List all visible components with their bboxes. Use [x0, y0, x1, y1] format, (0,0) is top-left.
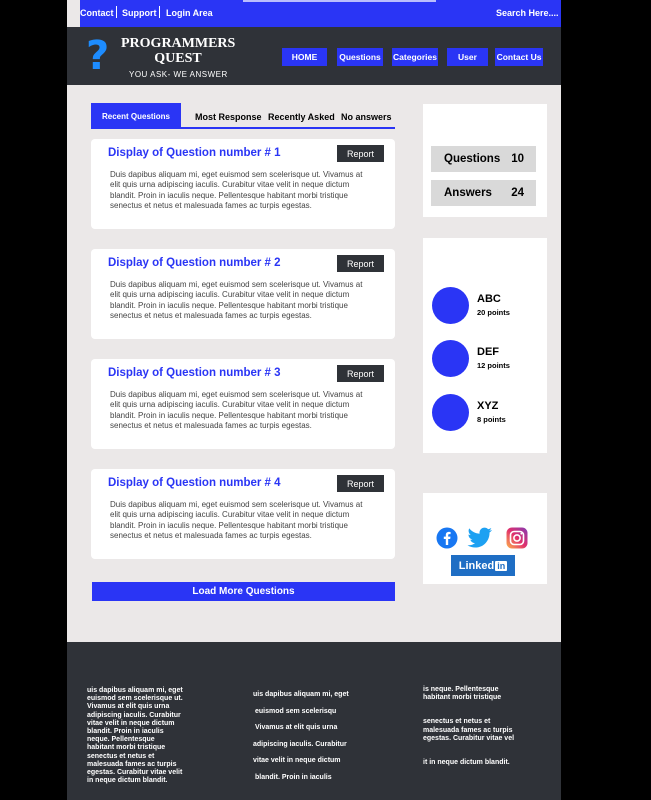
- user-name: ABC: [477, 293, 501, 305]
- footer-text: malesuada fames ac turpis: [87, 760, 177, 768]
- search-input[interactable]: Search Here....: [496, 8, 559, 18]
- logo-title[interactable]: PROGRAMMERS QUEST: [121, 36, 235, 66]
- footer-text: Vivamus at elit quis urna: [255, 724, 338, 731]
- footer-text: blandit. Proin in iaculis: [87, 728, 164, 736]
- nav-user[interactable]: User: [447, 48, 488, 66]
- footer-column-3: is neque. Pellentesque habitant morbi tr…: [423, 686, 514, 767]
- instagram-icon[interactable]: [506, 527, 528, 549]
- footer-text: uis dapibus aliquam mi, eget: [253, 691, 349, 698]
- stat-label: Questions: [444, 153, 501, 165]
- tab-recently-asked[interactable]: Recently Asked: [268, 112, 335, 122]
- user-entry[interactable]: DEF 12 points: [432, 340, 542, 378]
- avatar[interactable]: [432, 394, 469, 431]
- footer-text: malesuada fames ac turpis: [423, 726, 513, 734]
- user-name: DEF: [477, 346, 499, 358]
- nav-questions[interactable]: Questions: [337, 48, 383, 66]
- question-body: Duis dapibus aliquam mi, eget euismod se…: [110, 390, 363, 431]
- user-points: 12 points: [477, 361, 510, 370]
- stat-value: 24: [511, 187, 524, 199]
- footer-text: euismod sem scelerisque ut.: [87, 695, 183, 703]
- footer-text: vitae velit in neque dictum: [253, 757, 341, 764]
- page: Contact Support Login Area Search Here..…: [67, 0, 561, 800]
- footer-text: in neque dictum blandit.: [87, 777, 168, 785]
- user-name: XYZ: [477, 400, 499, 412]
- report-button[interactable]: Report: [337, 145, 384, 162]
- question-card: Display of Question number # 3 Report Du…: [91, 359, 395, 449]
- user-entry[interactable]: XYZ 8 points: [432, 394, 542, 432]
- question-body: Duis dapibus aliquam mi, eget euismod se…: [110, 170, 363, 211]
- top-bar: Contact Support Login Area Search Here..…: [80, 0, 561, 27]
- footer-text: euismod sem scelerisqu: [255, 707, 337, 715]
- user-points: 20 points: [477, 308, 510, 317]
- linkedin-in-icon: in: [495, 560, 508, 571]
- question-title[interactable]: Display of Question number # 3: [108, 367, 281, 379]
- footer-text: is neque. Pellentesque: [423, 686, 499, 693]
- login-link[interactable]: Login Area: [166, 8, 213, 18]
- footer-text: habitant morbi tristique: [87, 744, 166, 752]
- separator: [159, 6, 160, 18]
- avatar[interactable]: [432, 340, 469, 377]
- footer-text: Vivamus at elit quis urna: [87, 703, 170, 711]
- load-more-button[interactable]: Load More Questions: [92, 582, 395, 601]
- question-tabs: Recent Questions Most Response Recently …: [91, 103, 395, 129]
- question-title[interactable]: Display of Question number # 1: [108, 147, 281, 159]
- stat-label: Answers: [444, 187, 492, 199]
- top-users-panel: ABC 20 points DEF 12 points XYZ 8 points: [423, 238, 547, 453]
- question-mark-icon: ?: [86, 33, 110, 79]
- separator: [116, 6, 117, 18]
- logo-title-line2: QUEST: [154, 51, 202, 66]
- stat-questions: Questions 10: [431, 146, 536, 172]
- logo-tagline: YOU ASK- WE ANSWER: [129, 70, 228, 79]
- footer-text: senectus et netus et: [423, 718, 491, 726]
- footer-text: senectus et netus et: [87, 752, 155, 760]
- contact-link[interactable]: Contact: [80, 8, 114, 18]
- nav-contact-us[interactable]: Contact Us: [495, 48, 543, 66]
- tab-underline: [91, 127, 395, 129]
- avatar[interactable]: [432, 287, 469, 324]
- footer-text: vitae velit in neque dictum: [87, 719, 175, 727]
- twitter-icon[interactable]: [467, 527, 493, 549]
- tab-most-response[interactable]: Most Response: [195, 112, 262, 122]
- stat-answers: Answers 24: [431, 180, 536, 206]
- question-card: Display of Question number # 2 Report Du…: [91, 249, 395, 339]
- tab-no-answers[interactable]: No answers: [341, 112, 392, 122]
- facebook-icon[interactable]: [436, 527, 458, 549]
- footer-text: it in neque dictum blandit.: [423, 759, 510, 767]
- tab-recent-questions[interactable]: Recent Questions: [91, 103, 181, 129]
- logo-title-line1: PROGRAMMERS: [121, 36, 236, 51]
- footer: uis dapibus aliquam mi, eget euismod sem…: [67, 642, 561, 800]
- footer-text: adipiscing iaculis. Curabitur: [87, 711, 181, 719]
- footer-text: egestas. Curabitur vitae vel: [423, 734, 515, 742]
- linkedin-text: Linked: [458, 559, 495, 572]
- footer-text: adipiscing iaculis. Curabitur: [253, 740, 347, 748]
- footer-text: egestas. Curabitur vitae velit: [87, 769, 183, 777]
- report-button[interactable]: Report: [337, 255, 384, 272]
- footer-text: habitant morbi tristique: [423, 694, 502, 702]
- footer-column-1: uis dapibus aliquam mi, eget euismod sem…: [87, 687, 183, 785]
- user-points: 8 points: [477, 415, 506, 424]
- linkedin-button[interactable]: Linked in: [451, 555, 515, 576]
- nav-categories[interactable]: Categories: [392, 48, 438, 66]
- header: ? PROGRAMMERS QUEST YOU ASK- WE ANSWER H…: [67, 27, 561, 85]
- nav-home[interactable]: HOME: [282, 48, 327, 66]
- footer-text: neque. Pellentesque: [87, 736, 155, 744]
- question-title[interactable]: Display of Question number # 2: [108, 257, 281, 269]
- footer-text: blandit. Proin in iaculis: [255, 773, 332, 781]
- question-title[interactable]: Display of Question number # 4: [108, 477, 281, 489]
- report-button[interactable]: Report: [337, 365, 384, 382]
- support-link[interactable]: Support: [122, 8, 157, 18]
- footer-column-2: uis dapibus aliquam mi, eget euismod sem…: [253, 687, 349, 786]
- footer-text: uis dapibus aliquam mi, eget: [87, 687, 183, 694]
- question-card: Display of Question number # 1 Report Du…: [91, 139, 395, 229]
- question-body: Duis dapibus aliquam mi, eget euismod se…: [110, 280, 363, 321]
- social-panel: Linked in: [423, 493, 547, 584]
- stat-value: 10: [511, 153, 524, 165]
- user-entry[interactable]: ABC 20 points: [432, 287, 542, 325]
- report-button[interactable]: Report: [337, 475, 384, 492]
- question-body: Duis dapibus aliquam mi, eget euismod se…: [110, 500, 363, 541]
- stats-panel: Questions 10 Answers 24: [423, 104, 547, 217]
- top-strip: [243, 0, 436, 2]
- question-card: Display of Question number # 4 Report Du…: [91, 469, 395, 559]
